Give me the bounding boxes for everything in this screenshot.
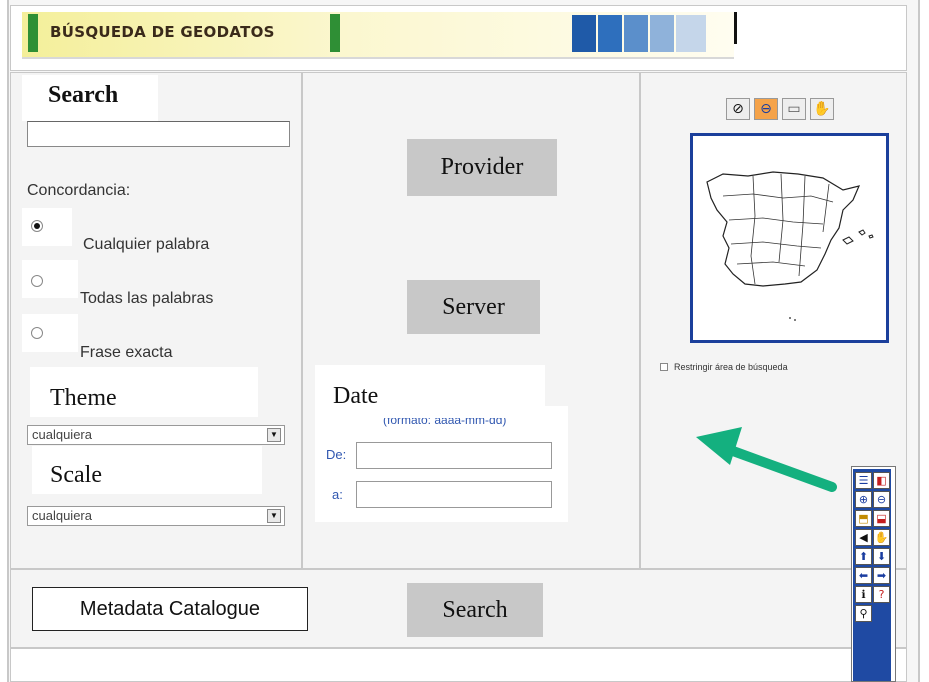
date-to-input[interactable]	[356, 481, 552, 508]
zoom-in-icon[interactable]: ⊕	[855, 491, 872, 508]
to-label: a:	[332, 487, 343, 502]
theme-select-value: cualquiera	[32, 427, 92, 442]
chevron-down-icon: ▼	[267, 509, 281, 523]
annotation-arrow	[696, 427, 837, 492]
search-input[interactable]	[27, 121, 290, 147]
arrow-up-icon[interactable]: ⬆	[855, 548, 872, 565]
pan-hand-icon[interactable]: ✋	[873, 529, 890, 546]
binoculars-icon[interactable]: ⚲	[855, 605, 872, 622]
radio-all-words[interactable]	[31, 275, 43, 287]
scale-caption: Scale	[32, 446, 262, 494]
chevron-down-icon: ▼	[267, 428, 281, 442]
arrow-right-icon[interactable]: ➡	[873, 567, 890, 584]
spain-map	[706, 171, 874, 321]
option-all-words-label: Todas las palabras	[80, 290, 214, 307]
metadata-catalogue-button[interactable]: Metadata Catalogue	[32, 587, 308, 631]
server-select[interactable]: Server	[407, 280, 540, 334]
zoom-out-icon[interactable]: ⊖	[754, 98, 778, 120]
previous-extent-icon[interactable]: ◀	[855, 529, 872, 546]
arrow-down-icon[interactable]: ⬇	[873, 548, 890, 565]
info-icon[interactable]: ℹ	[855, 586, 872, 603]
banner-square	[676, 15, 706, 52]
theme-select[interactable]: cualquiera ▼	[27, 425, 285, 445]
map-frame[interactable]	[690, 133, 889, 343]
select-area-icon[interactable]: ▭	[782, 98, 806, 120]
arrow-left-icon[interactable]: ⬅	[855, 567, 872, 584]
from-label: De:	[326, 447, 347, 462]
concordance-label: Concordancia:	[27, 182, 131, 199]
query-icon[interactable]: ?	[873, 586, 890, 603]
search-button[interactable]: Search	[407, 583, 543, 637]
provider-select[interactable]: Provider	[407, 139, 557, 196]
overview-icon[interactable]: ◧	[873, 472, 890, 489]
radio-exact-phrase[interactable]	[31, 327, 43, 339]
scale-select[interactable]: cualquiera ▼	[27, 506, 285, 526]
no-entry-icon[interactable]: ⊘	[726, 98, 750, 120]
restrict-area-checkbox[interactable]	[660, 363, 668, 371]
banner-square	[624, 15, 648, 52]
zoom-box-out-icon[interactable]: ⬓	[873, 510, 890, 527]
restrict-area-label: Restringir área de búsqueda	[674, 362, 788, 372]
radio-background	[22, 208, 72, 246]
banner-title: BÚSQUEDA DE GEODATOS	[50, 23, 275, 41]
scale-select-value: cualquiera	[32, 508, 92, 523]
banner-square	[650, 15, 674, 52]
theme-caption: Theme	[30, 367, 258, 417]
banner-bar-left	[28, 14, 38, 52]
banner-square	[598, 15, 622, 52]
date-format-hint: (formato: aaaa-mm-dd)	[383, 418, 507, 427]
banner-square	[572, 15, 596, 52]
search-caption: Search	[22, 75, 158, 121]
status-panel	[10, 648, 907, 682]
banner-bar-right	[330, 14, 340, 52]
option-exact-phrase-label: Frase exacta	[80, 344, 173, 361]
date-caption: Date	[315, 365, 545, 419]
legend-icon[interactable]: ☰	[855, 472, 872, 489]
zoom-box-in-icon[interactable]: ⬒	[855, 510, 872, 527]
date-from-input[interactable]	[356, 442, 552, 469]
option-any-word-label: Cualquier palabra	[83, 236, 210, 253]
text-cursor	[734, 12, 737, 44]
zoom-out-icon[interactable]: ⊖	[873, 491, 890, 508]
pan-hand-icon[interactable]: ✋	[810, 98, 834, 120]
radio-any-word[interactable]	[31, 220, 43, 232]
